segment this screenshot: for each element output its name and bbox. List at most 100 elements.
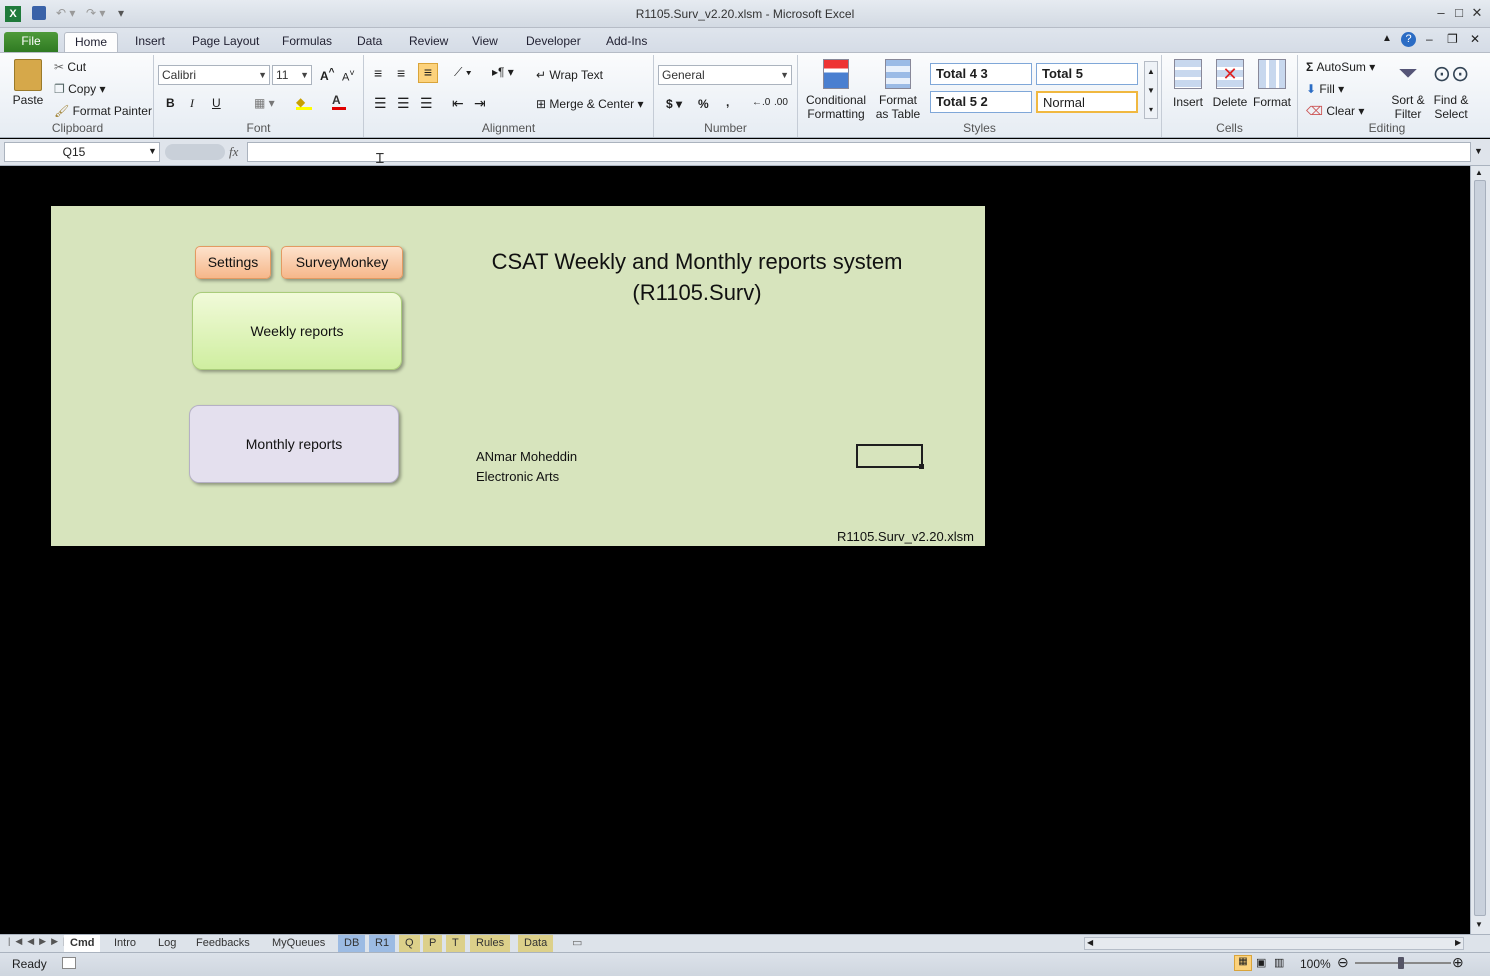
sheet-tab-data[interactable]: Data	[518, 935, 554, 952]
scroll-thumb[interactable]	[1474, 180, 1486, 916]
tab-review[interactable]: Review	[399, 32, 458, 52]
copy-button[interactable]: ❐ Copy ▾	[54, 82, 105, 96]
tab-page-layout[interactable]: Page Layout	[182, 32, 269, 52]
page-layout-view-icon[interactable]: ▣	[1256, 956, 1266, 969]
autosum-button[interactable]: Σ AutoSum ▾	[1306, 60, 1375, 74]
tab-scroll-icons[interactable]: |◀◀▶▶|	[8, 936, 70, 947]
scroll-down-icon[interactable]: ▼	[1475, 920, 1483, 929]
font-color-icon[interactable]: A	[332, 93, 346, 110]
horizontal-scrollbar[interactable]	[1084, 937, 1464, 950]
borders-icon[interactable]: ▦ ▾	[254, 96, 275, 110]
name-box-dropdown-icon[interactable]: ▼	[148, 146, 157, 156]
shrink-font-icon[interactable]: A˅	[342, 68, 355, 84]
clear-button[interactable]: ⌫ Clear ▾	[1306, 104, 1364, 118]
zoom-in-icon[interactable]: ⊕	[1452, 954, 1464, 971]
sheet-tab-p[interactable]: P	[423, 935, 443, 952]
align-top-icon[interactable]: ≡	[374, 65, 382, 81]
bold-button[interactable]: B	[166, 96, 175, 110]
sheet-tab-log[interactable]: Log	[152, 935, 182, 952]
format-painter-button[interactable]: 🖌 Format Painter	[54, 104, 152, 118]
fill-color-icon[interactable]: ◆	[296, 95, 312, 110]
decrease-indent-icon[interactable]: ⇤	[452, 95, 464, 112]
align-left-icon[interactable]: ☰	[374, 95, 387, 112]
percent-button[interactable]: %	[698, 97, 709, 111]
selected-cell[interactable]	[856, 444, 923, 468]
surveymonkey-button[interactable]: SurveyMonkey	[281, 246, 403, 279]
sheet-tab-feedbacks[interactable]: Feedbacks	[190, 935, 256, 952]
style-total-5[interactable]: Total 5	[1036, 63, 1138, 85]
settings-button[interactable]: Settings	[195, 246, 271, 279]
tab-add-ins[interactable]: Add-Ins	[596, 32, 657, 52]
wrap-text-button[interactable]: ↵ Wrap Text	[536, 68, 603, 82]
sort-filter-button[interactable]: ⏷ Sort & Filter	[1388, 59, 1428, 121]
styles-scroll-icon[interactable]: ▲ ▼ ▾	[1144, 61, 1158, 119]
scroll-right-icon[interactable]: ▶	[1455, 938, 1461, 947]
macro-record-icon[interactable]	[62, 957, 76, 969]
conditional-formatting-button[interactable]: Conditional Formatting	[804, 59, 868, 121]
help-icon[interactable]: ?	[1401, 32, 1416, 47]
align-center-icon[interactable]: ☰	[397, 95, 410, 112]
paste-button[interactable]: Paste	[8, 59, 48, 107]
zoom-out-icon[interactable]: ⊖	[1337, 954, 1349, 971]
insert-sheet-icon[interactable]: ▭	[566, 935, 588, 952]
merge-center-button[interactable]: ⊞ Merge & Center ▾	[536, 97, 643, 111]
orientation-icon[interactable]: ⟋ ▾	[454, 65, 472, 80]
grow-font-icon[interactable]: A^	[320, 67, 335, 83]
tab-data[interactable]: Data	[347, 32, 392, 52]
scroll-up-icon[interactable]: ▲	[1475, 168, 1483, 177]
workbook-restore-icon[interactable]: ❐	[1447, 32, 1458, 46]
decrease-decimal-icon[interactable]: .00	[774, 97, 788, 108]
insert-function-icon[interactable]: fx	[229, 144, 238, 160]
tab-insert[interactable]: Insert	[125, 32, 175, 52]
close-icon[interactable]: ✕	[1468, 4, 1486, 22]
currency-button[interactable]: $ ▾	[666, 97, 682, 111]
style-total-5-2[interactable]: Total 5 2	[930, 91, 1032, 113]
zoom-slider-thumb[interactable]	[1398, 957, 1404, 969]
expand-formula-icon[interactable]: ▼	[1474, 146, 1483, 156]
delete-cells-button[interactable]: ✕ Delete	[1210, 59, 1250, 109]
comma-button[interactable]: ,	[726, 95, 729, 109]
formula-bar-handle[interactable]	[165, 144, 225, 160]
increase-indent-icon[interactable]: ⇥	[474, 95, 486, 112]
sheet-tab-db[interactable]: DB	[338, 935, 366, 952]
sheet-tab-cmd[interactable]: Cmd	[64, 935, 101, 952]
style-normal[interactable]: Normal	[1036, 91, 1138, 113]
sheet-tab-myqueues[interactable]: MyQueues	[266, 935, 331, 952]
normal-view-icon[interactable]: ▦	[1234, 955, 1252, 971]
ribbon-collapse-icon[interactable]: ▲	[1382, 33, 1392, 44]
format-as-table-button[interactable]: Format as Table	[872, 59, 924, 121]
format-cells-button[interactable]: Format	[1252, 59, 1292, 109]
scroll-left-icon[interactable]: ◀	[1087, 938, 1093, 947]
fill-handle[interactable]	[919, 464, 924, 469]
maximize-icon[interactable]: □	[1450, 4, 1468, 22]
sheet-tab-q[interactable]: Q	[399, 935, 420, 952]
sheet-tab-r1[interactable]: R1	[369, 935, 396, 952]
zoom-level[interactable]: 100%	[1300, 957, 1331, 971]
font-size-combo[interactable]: 11 ▼	[272, 65, 312, 85]
fill-button[interactable]: ⬇ Fill ▾	[1306, 82, 1344, 96]
underline-button[interactable]: U	[212, 96, 221, 110]
font-name-combo[interactable]: Calibri ▼	[158, 65, 270, 85]
number-format-combo[interactable]: General ▼	[658, 65, 792, 85]
workbook-minimize-icon[interactable]: –	[1426, 32, 1433, 46]
workbook-close-icon[interactable]: ✕	[1470, 32, 1480, 46]
tab-formulas[interactable]: Formulas	[272, 32, 342, 52]
align-bottom-icon[interactable]: ≡	[418, 63, 438, 83]
tab-view[interactable]: View	[462, 32, 508, 52]
tab-home[interactable]: Home	[64, 32, 119, 52]
sheet-tab-intro[interactable]: Intro	[108, 935, 142, 952]
name-box[interactable]: Q15	[4, 142, 160, 162]
tab-developer[interactable]: Developer	[516, 32, 591, 52]
cut-button[interactable]: ✂ Cut	[54, 60, 86, 74]
align-middle-icon[interactable]: ≡	[397, 65, 405, 81]
text-direction-icon[interactable]: ▸¶ ▾	[492, 65, 514, 79]
italic-button[interactable]: I	[190, 96, 194, 111]
vertical-scrollbar[interactable]: ▲ ▼	[1470, 166, 1490, 934]
align-right-icon[interactable]: ☰	[420, 95, 433, 112]
formula-input[interactable]	[247, 142, 1471, 162]
style-total-4-3[interactable]: Total 4 3	[930, 63, 1032, 85]
sheet-tab-t[interactable]: T	[446, 935, 465, 952]
page-break-view-icon[interactable]: ▥	[1274, 956, 1284, 969]
increase-decimal-icon[interactable]: ←.0	[752, 97, 770, 108]
minimize-icon[interactable]: –	[1432, 4, 1450, 22]
